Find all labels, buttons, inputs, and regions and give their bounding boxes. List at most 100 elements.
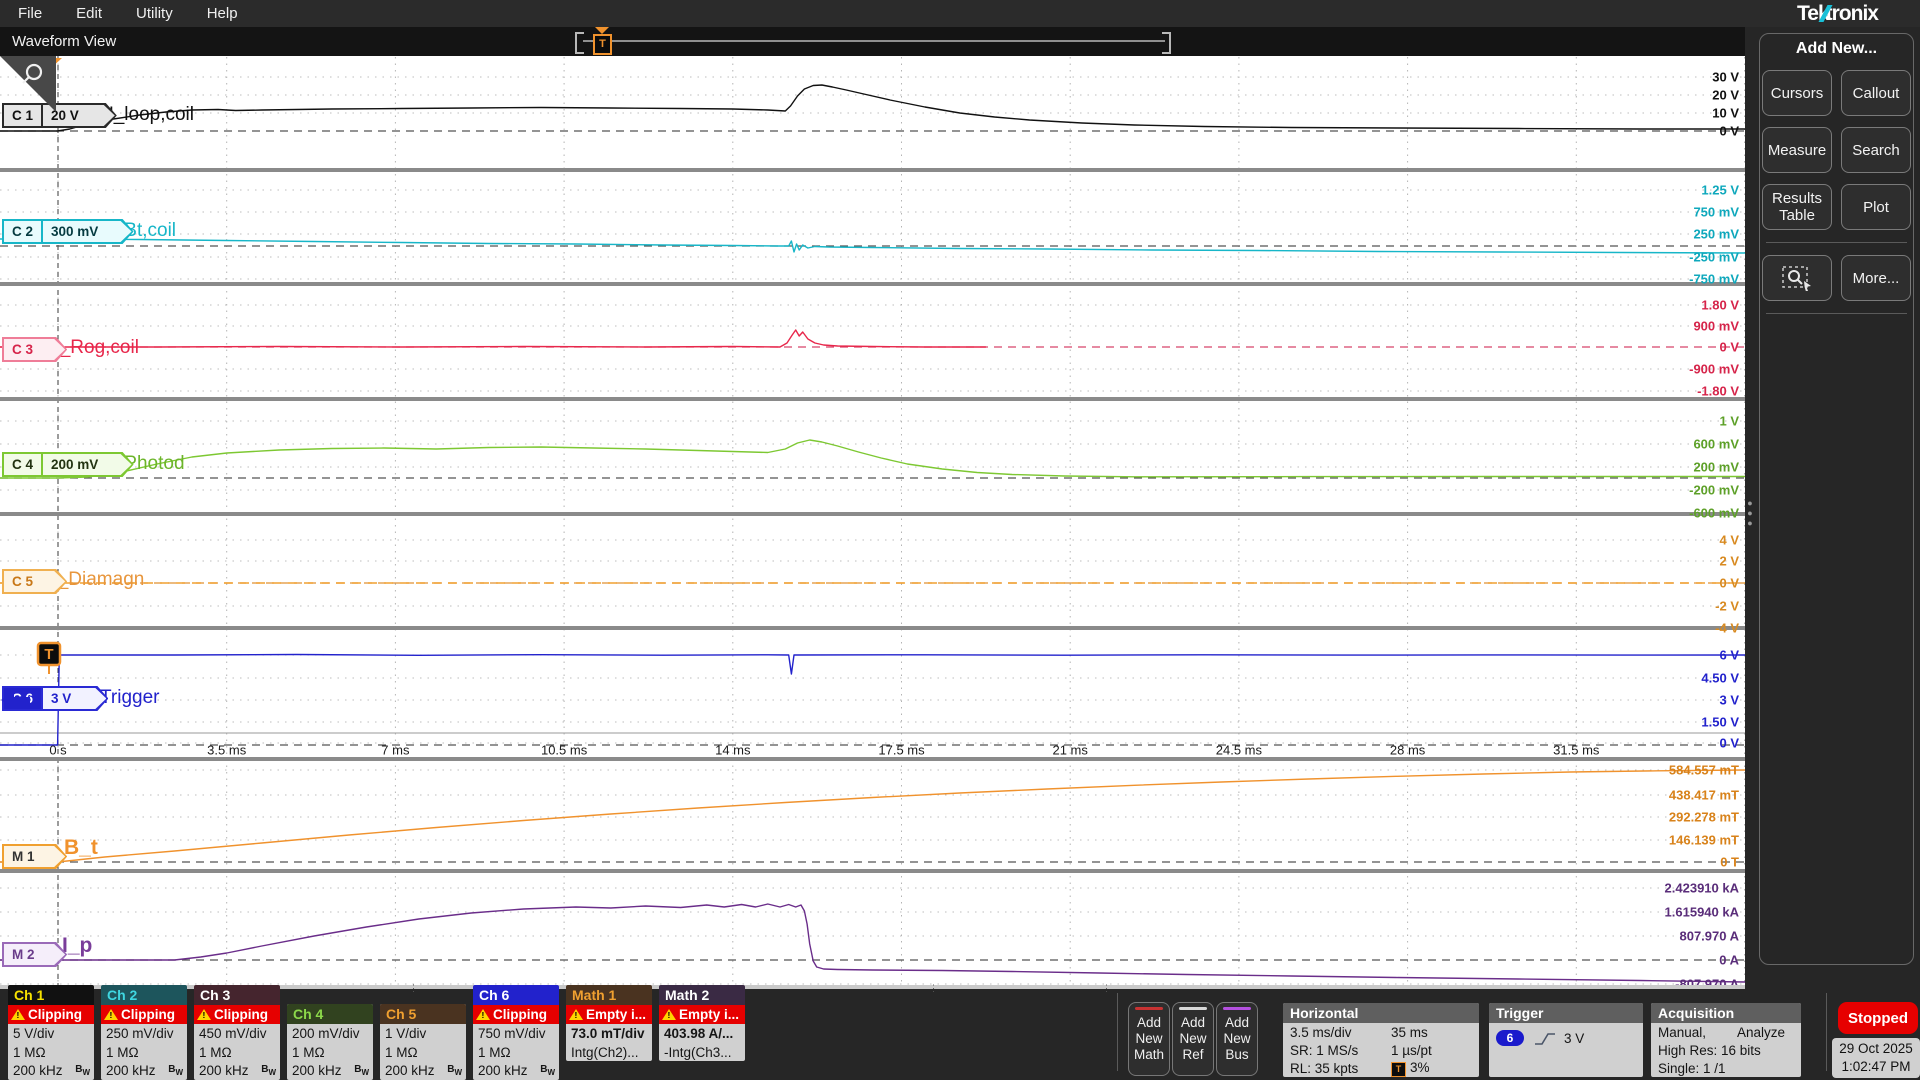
add-plot-button[interactable]: Plot (1841, 184, 1911, 230)
bottom-badge-ch5[interactable]: Ch 51 V/div1 MΩ200 kHzBW (380, 1004, 466, 1080)
menu-help[interactable]: Help (190, 5, 255, 22)
badge-text: 200 mV (41, 454, 114, 475)
bottom-badge-ch4[interactable]: Ch 4200 mV/div1 MΩ200 kHzBW (287, 1004, 373, 1080)
bottom-badge-ch1[interactable]: Ch 1!Clipping5 V/div1 MΩ200 kHzBW (8, 985, 94, 1080)
badge-row-text: 1 MΩ (292, 1045, 325, 1060)
clipping-warning: !Clipping (194, 1005, 280, 1024)
waveform-plot-area[interactable]: T30 V20 V10 V0 V1.25 V750 mV250 mV-250 m… (0, 56, 1745, 985)
time-axis-label: 14 ms (715, 743, 750, 758)
badge-header: Ch 4 (287, 1004, 373, 1024)
right-sidebar: Add New... CursorsCalloutMeasureSearchRe… (1755, 27, 1920, 985)
acquisition-mode: Manual, (1658, 1025, 1706, 1040)
tektronix-logo: Tektronix (1755, 0, 1920, 27)
badge-row-text: 200 kHz (199, 1063, 249, 1078)
add-new-math-button[interactable]: AddNewMath (1128, 1002, 1170, 1076)
bottom-badge-ch3[interactable]: Ch 3!Clipping450 mV/div1 MΩ200 kHzBW (194, 985, 280, 1080)
badge-strip-handle[interactable]: ⋮ (1102, 983, 1111, 994)
bottom-badge-ch2[interactable]: Ch 2!Clipping250 mV/div1 MΩ200 kHzBW (101, 985, 187, 1080)
bottom-badge-ch6[interactable]: Ch 6!Clipping750 mV/div1 MΩ200 kHzBW (473, 985, 559, 1080)
scale-label-c4: -200 mV (1689, 483, 1739, 498)
channel-label-c6[interactable]: Trigger (100, 687, 159, 709)
trace-c4 (0, 440, 1745, 478)
slice-separator (0, 168, 1745, 172)
trigger-level-arrow (1, 692, 30, 708)
menu-edit[interactable]: Edit (59, 5, 119, 22)
scale-label-c5: 2 V (1719, 554, 1739, 569)
pan-right-bracket-icon (1162, 32, 1171, 54)
add-measure-button[interactable]: Measure (1762, 127, 1832, 173)
acquisition-panel[interactable]: Acquisition Manual,Analyze High Res: 16 … (1651, 1003, 1801, 1077)
waveform-view-titlebar: Waveform View T (0, 27, 1745, 56)
badge-header: Ch 6 (473, 985, 559, 1005)
time-axis-label: 28 ms (1390, 743, 1425, 758)
add-cursors-button[interactable]: Cursors (1762, 70, 1832, 116)
horizontal-pan-indicator[interactable]: T (583, 27, 1165, 56)
clipping-warning: !Clipping (101, 1005, 187, 1024)
clipping-warning: !Clipping (8, 1005, 94, 1024)
channel-label-m1[interactable]: B_t (64, 836, 98, 860)
zoom-select-button[interactable] (1762, 255, 1832, 301)
scale-label-c6: 3 V (1719, 693, 1739, 708)
scale-label-c1: 10 V (1712, 106, 1739, 121)
channel-badge-c5[interactable]: C 5 (2, 569, 67, 594)
badge-header: Ch 1 (8, 985, 94, 1005)
menu-utility[interactable]: Utility (119, 5, 190, 22)
menu-bar: FileEditUtilityHelp (0, 0, 1755, 27)
scale-label-c5: -2 V (1715, 599, 1739, 614)
channel-badge-m1[interactable]: M 1 (2, 844, 67, 869)
run-stop-status-button[interactable]: Stopped (1838, 1002, 1918, 1034)
logo-text-right: tronix (1826, 2, 1878, 26)
badge-strip-handle[interactable]: ⋮ (409, 983, 418, 994)
badge-header: Ch 3 (194, 985, 280, 1005)
bandwidth-limit-icon: BW (540, 1064, 555, 1077)
badge-row-text: 1 MΩ (106, 1045, 139, 1060)
warning-triangle-icon: ! (197, 1008, 211, 1021)
channel-badge-c2[interactable]: C 2300 mV (2, 219, 134, 244)
bandwidth-limit-icon: BW (261, 1064, 276, 1077)
scale-label-c4: -600 mV (1689, 506, 1739, 521)
datetime-badge[interactable]: 29 Oct 2025 1:02:47 PM (1832, 1038, 1920, 1078)
panel-splitter-handle[interactable]: ●●● (1746, 498, 1754, 528)
badge-row-text: 200 kHz (13, 1063, 63, 1078)
channel-badge-c4[interactable]: C 4200 mV (2, 452, 134, 477)
badge-strip-handle[interactable]: ⋮ (929, 983, 938, 994)
bandwidth-limit-icon: BW (168, 1064, 183, 1077)
badge-text: C 2 (4, 221, 41, 242)
horizontal-panel[interactable]: Horizontal 3.5 ms/div35 ms SR: 1 MS/s1 µ… (1283, 1003, 1479, 1077)
slice-separator (0, 282, 1745, 286)
add-results-table-button[interactable]: Results Table (1762, 184, 1832, 230)
scale-label-m1: 0 T (1720, 855, 1739, 870)
warning-text: Empty i... (679, 1007, 739, 1022)
scale-label-m1: 584.557 mT (1669, 763, 1739, 778)
add-new-heading: Add New... (1760, 40, 1913, 58)
pan-left-bracket-icon (575, 32, 584, 54)
clipping-warning: !Clipping (473, 1005, 559, 1024)
bottom-badge-math1[interactable]: Math 1!Empty i...73.0 mT/divIntg(Ch2)... (566, 985, 652, 1061)
time-axis-label: 10.5 ms (541, 743, 587, 758)
channel-badge-c3[interactable]: C 3 (2, 337, 67, 362)
badge-row: 1 MΩ (287, 1043, 373, 1062)
menu-file[interactable]: File (0, 5, 59, 22)
add-new-ref-button[interactable]: AddNewRef (1172, 1002, 1214, 1076)
trigger-panel[interactable]: Trigger 6 3 V (1489, 1003, 1643, 1077)
add-new-bus-button[interactable]: AddNewBus (1216, 1002, 1258, 1076)
trigger-t-icon: T (1391, 1062, 1406, 1077)
add-search-button[interactable]: Search (1841, 127, 1911, 173)
trigger-position-marker[interactable]: T (593, 34, 612, 55)
badge-row: Intg(Ch2)... (566, 1043, 652, 1062)
badge-row-text: 200 kHz (385, 1063, 435, 1078)
bottom-badge-math2[interactable]: Math 2!Empty i...403.98 A/...-Intg(Ch3..… (659, 985, 745, 1061)
badge-row: 200 kHz BW (194, 1061, 280, 1080)
add-callout-button[interactable]: Callout (1841, 70, 1911, 116)
more-button[interactable]: More... (1841, 255, 1911, 301)
badge-text: 300 mV (41, 221, 114, 242)
badge-row-text: 5 V/div (13, 1026, 54, 1041)
scale-label-c3: 0 V (1719, 340, 1739, 355)
time-axis-label: 3.5 ms (207, 743, 246, 758)
add-new-panel: Add New... CursorsCalloutMeasureSearchRe… (1759, 33, 1914, 965)
channel-badge-m2[interactable]: M 2 (2, 942, 67, 967)
badge-row: 200 kHzBW (101, 1061, 187, 1080)
warning-text: Clipping (214, 1007, 268, 1022)
rising-edge-icon (1534, 1031, 1556, 1046)
badge-row-text: 1 V/div (385, 1026, 426, 1041)
